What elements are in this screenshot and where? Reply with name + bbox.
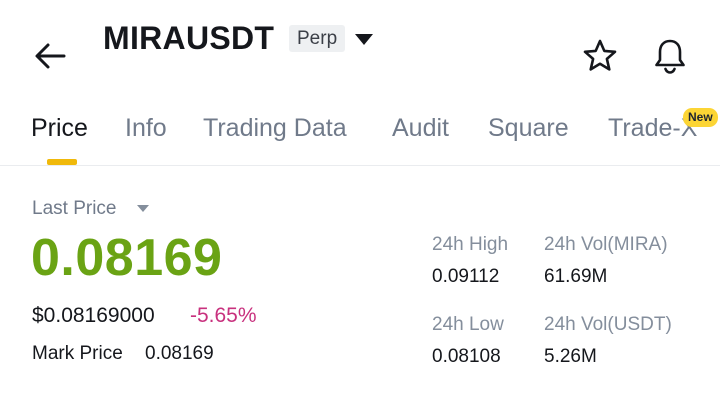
- mark-price-label: Mark Price: [32, 343, 123, 364]
- perp-badge: Perp: [289, 25, 346, 52]
- star-icon: [583, 39, 617, 71]
- 24h-high-label: 24h High: [432, 234, 509, 255]
- 24h-low-value: 0.08108: [432, 346, 501, 367]
- mark-price-value: 0.08169: [145, 343, 214, 364]
- caret-down-icon: [355, 34, 373, 45]
- active-tab-indicator: [47, 159, 77, 165]
- last-price-selector[interactable]: Last Price: [32, 198, 116, 220]
- price-change-percent: -5.65%: [190, 304, 257, 327]
- favorite-button[interactable]: [581, 37, 619, 75]
- tab-square[interactable]: Square: [488, 114, 569, 143]
- caret-down-icon: [137, 205, 149, 212]
- 24h-vol-base-value: 61.69M: [544, 266, 608, 287]
- 24h-vol-quote-label: 24h Vol(USDT): [544, 314, 672, 335]
- tab-info[interactable]: Info: [125, 114, 167, 143]
- page-title: MIRAUSDT: [103, 20, 275, 56]
- usd-price: $0.08169000: [32, 304, 155, 327]
- back-arrow-icon: [35, 43, 66, 69]
- back-button[interactable]: [30, 36, 70, 76]
- 24h-high-value: 0.09112: [432, 266, 500, 287]
- tab-audit[interactable]: Audit: [392, 114, 449, 143]
- last-price-value: 0.08169: [31, 229, 223, 287]
- 24h-vol-quote-value: 5.26M: [544, 346, 597, 367]
- symbol-dropdown-button[interactable]: [352, 30, 376, 48]
- new-badge: New: [683, 108, 718, 127]
- tab-bar: Price Info Trading Data Audit Square Tra…: [0, 100, 720, 166]
- 24h-vol-base-label: 24h Vol(MIRA): [544, 234, 668, 255]
- tab-price[interactable]: Price: [31, 114, 88, 143]
- notification-button[interactable]: [651, 36, 689, 76]
- 24h-low-label: 24h Low: [432, 314, 504, 335]
- tab-trading-data[interactable]: Trading Data: [203, 114, 347, 143]
- bell-icon: [655, 39, 685, 74]
